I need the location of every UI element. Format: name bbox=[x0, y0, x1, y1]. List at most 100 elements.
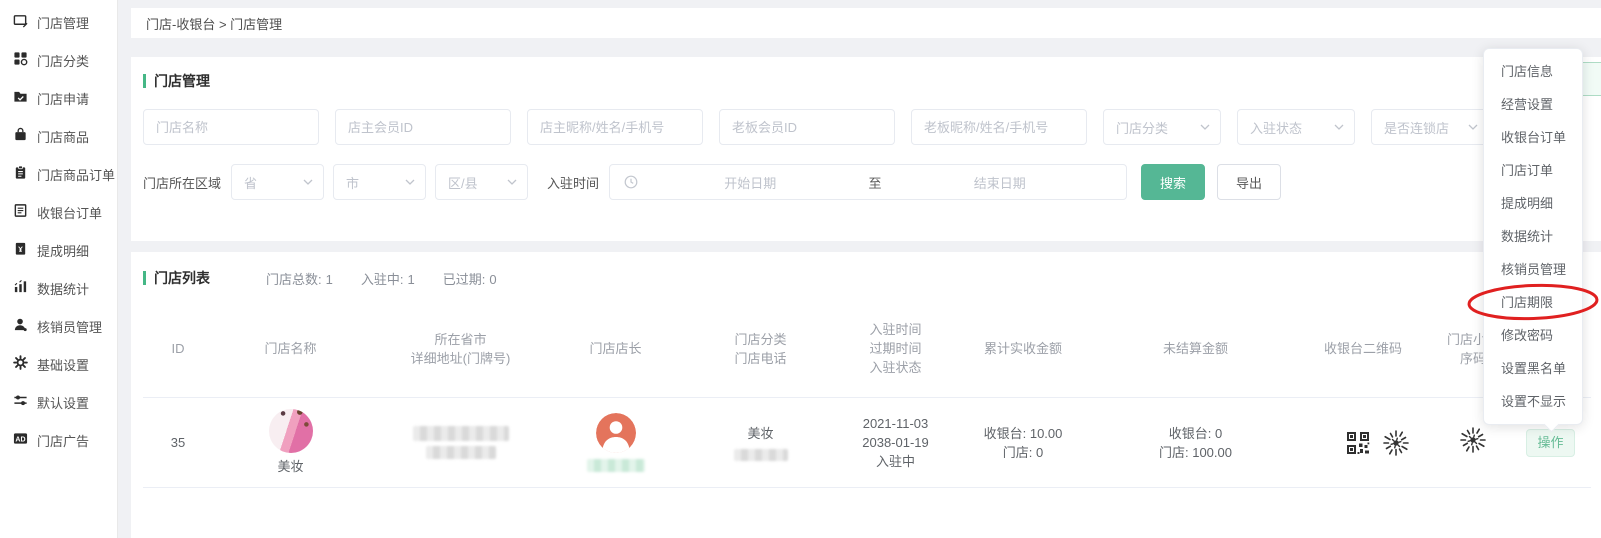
region-label: 门店所在区域 bbox=[143, 173, 221, 192]
col-header-cashier-qr: 收银台二维码 bbox=[1293, 339, 1433, 358]
boss-info-input[interactable] bbox=[911, 109, 1087, 145]
sidebar-item-data-statistics[interactable]: 数据统计 bbox=[0, 269, 117, 307]
qr-code-icon[interactable] bbox=[1345, 430, 1371, 456]
sidebar-item-store-goods-orders[interactable]: 门店商品订单 bbox=[0, 155, 117, 193]
sidebar-item-label: 门店申请 bbox=[37, 89, 89, 108]
join-time-label: 入驻时间 bbox=[547, 173, 599, 192]
col-header-manager: 门店店长 bbox=[553, 339, 678, 358]
stat-expired: 已过期:0 bbox=[439, 269, 497, 288]
bag-icon bbox=[13, 127, 28, 145]
owner-member-id-input[interactable] bbox=[335, 109, 511, 145]
section-title-list: 门店列表 bbox=[143, 268, 210, 288]
chevron-down-icon bbox=[507, 179, 517, 185]
menu-item-cashier-orders[interactable]: 收银台订单 bbox=[1484, 121, 1582, 154]
cell-paid: 收银台: 10.00 门店: 0 bbox=[948, 424, 1098, 462]
sidebar-item-label: 核销员管理 bbox=[37, 317, 102, 336]
start-date-placeholder[interactable]: 开始日期 bbox=[638, 173, 863, 192]
paid-cashier: 收银台: 10.00 bbox=[948, 424, 1098, 443]
status-badge: 入驻中 bbox=[843, 452, 948, 471]
select-placeholder: 市 bbox=[346, 173, 359, 192]
cell-category-phone: 美妆 bbox=[678, 424, 843, 461]
sidebar-item-store-application[interactable]: 门店申请 bbox=[0, 79, 117, 117]
menu-item-verifier-management[interactable]: 核销员管理 bbox=[1484, 253, 1582, 286]
store-name-input[interactable] bbox=[143, 109, 319, 145]
search-button[interactable]: 搜索 bbox=[1141, 164, 1205, 200]
cell-unsettled: 收银台: 0 门店: 100.00 bbox=[1098, 424, 1293, 462]
chevron-down-icon bbox=[405, 179, 415, 185]
select-placeholder: 省 bbox=[244, 173, 257, 192]
folder-check-icon bbox=[13, 89, 28, 107]
province-select[interactable]: 省 bbox=[231, 164, 324, 200]
sidebar-item-cashier-orders[interactable]: 收银台订单 bbox=[0, 193, 117, 231]
stat-total: 门店总数:1 bbox=[262, 269, 333, 288]
menu-item-store-period[interactable]: 门店期限 bbox=[1484, 286, 1582, 319]
filter-row-2: 门店所在区域 省 市 区/县 入驻时间 开始日期 至 结束日期 搜索 导出 bbox=[143, 164, 1281, 200]
cell-action: 操作 bbox=[1513, 429, 1588, 457]
manager-avatar[interactable] bbox=[596, 413, 636, 453]
sidebar-item-label: 提成明细 bbox=[37, 241, 89, 260]
sidebar-item-store-ads[interactable]: AD 门店广告 bbox=[0, 421, 117, 459]
entry-status-select[interactable]: 入驻状态 bbox=[1237, 109, 1355, 145]
menu-item-store-orders[interactable]: 门店订单 bbox=[1484, 154, 1582, 187]
table-header-row: ID 门店名称 所在省市 详细地址(门牌号) 门店店长 门店分类 门店电话 入驻… bbox=[143, 300, 1591, 398]
sidebar-item-basic-settings[interactable]: 基础设置 bbox=[0, 345, 117, 383]
select-placeholder: 入驻状态 bbox=[1250, 118, 1302, 137]
menu-item-change-password[interactable]: 修改密码 bbox=[1484, 319, 1582, 352]
sidebar-item-label: 收银台订单 bbox=[37, 203, 102, 222]
end-date-placeholder[interactable]: 结束日期 bbox=[888, 173, 1113, 192]
expire-date: 2038-01-19 bbox=[843, 433, 948, 452]
store-category-select[interactable]: 门店分类 bbox=[1103, 109, 1221, 145]
chart-icon bbox=[13, 279, 28, 297]
date-range-separator: 至 bbox=[863, 173, 888, 192]
unsettled-cashier: 收银台: 0 bbox=[1098, 424, 1293, 443]
chain-store-select[interactable]: 是否连锁店 bbox=[1371, 109, 1489, 145]
green-accent-bar bbox=[143, 74, 146, 88]
menu-item-commission-details[interactable]: 提成明细 bbox=[1484, 187, 1582, 220]
store-icon bbox=[13, 13, 28, 31]
menu-item-data-statistics[interactable]: 数据统计 bbox=[1484, 220, 1582, 253]
sidebar-item-label: 默认设置 bbox=[37, 393, 89, 412]
category-label: 美妆 bbox=[747, 424, 773, 443]
city-select[interactable]: 市 bbox=[333, 164, 426, 200]
cell-time-status: 2021-11-03 2038-01-19 入驻中 bbox=[843, 414, 948, 471]
clipboard-icon bbox=[13, 165, 28, 183]
sidebar-item-store-management[interactable]: 门店管理 bbox=[0, 3, 117, 41]
ad-icon: AD bbox=[13, 431, 28, 449]
round-mini-program-code-icon[interactable] bbox=[1458, 425, 1488, 455]
cell-manager bbox=[553, 413, 678, 472]
col-header-unsettled: 未结算金额 bbox=[1098, 339, 1293, 358]
sidebar-item-label: 门店管理 bbox=[37, 13, 89, 32]
sidebar-item-commission-details[interactable]: 提成明细 bbox=[0, 231, 117, 269]
clock-icon bbox=[624, 175, 638, 189]
menu-item-store-info[interactable]: 门店信息 bbox=[1484, 55, 1582, 88]
store-avatar[interactable] bbox=[269, 409, 313, 453]
censored-manager-name bbox=[587, 459, 645, 472]
district-select[interactable]: 区/县 bbox=[435, 164, 528, 200]
sidebar-item-verifier-management[interactable]: 核销员管理 bbox=[0, 307, 117, 345]
round-mini-program-code-icon[interactable] bbox=[1381, 428, 1411, 458]
chevron-down-icon bbox=[1200, 124, 1210, 130]
chevron-down-icon bbox=[1468, 124, 1478, 130]
sidebar-item-label: 数据统计 bbox=[37, 279, 89, 298]
receipt-icon bbox=[13, 203, 28, 221]
menu-item-set-hidden[interactable]: 设置不显示 bbox=[1484, 385, 1582, 418]
date-range-picker[interactable]: 开始日期 至 结束日期 bbox=[609, 164, 1127, 200]
sidebar-item-store-goods[interactable]: 门店商品 bbox=[0, 117, 117, 155]
commission-icon bbox=[13, 241, 28, 259]
export-button[interactable]: 导出 bbox=[1217, 164, 1281, 200]
col-header-category-phone: 门店分类 门店电话 bbox=[678, 330, 843, 368]
svg-text:AD: AD bbox=[15, 436, 25, 443]
chevron-down-icon bbox=[1334, 124, 1344, 130]
select-placeholder: 门店分类 bbox=[1116, 118, 1168, 137]
chevron-down-icon bbox=[303, 179, 313, 185]
row-action-button[interactable]: 操作 bbox=[1526, 429, 1575, 457]
owner-info-input[interactable] bbox=[527, 109, 703, 145]
page-title: 门店管理 bbox=[154, 71, 210, 91]
cell-cashier-qr bbox=[1293, 428, 1433, 458]
sidebar-item-default-settings[interactable]: 默认设置 bbox=[0, 383, 117, 421]
sidebar-item-store-category[interactable]: 门店分类 bbox=[0, 41, 117, 79]
boss-member-id-input[interactable] bbox=[719, 109, 895, 145]
menu-item-business-settings[interactable]: 经营设置 bbox=[1484, 88, 1582, 121]
menu-item-set-blacklist[interactable]: 设置黑名单 bbox=[1484, 352, 1582, 385]
select-placeholder: 区/县 bbox=[448, 173, 478, 192]
